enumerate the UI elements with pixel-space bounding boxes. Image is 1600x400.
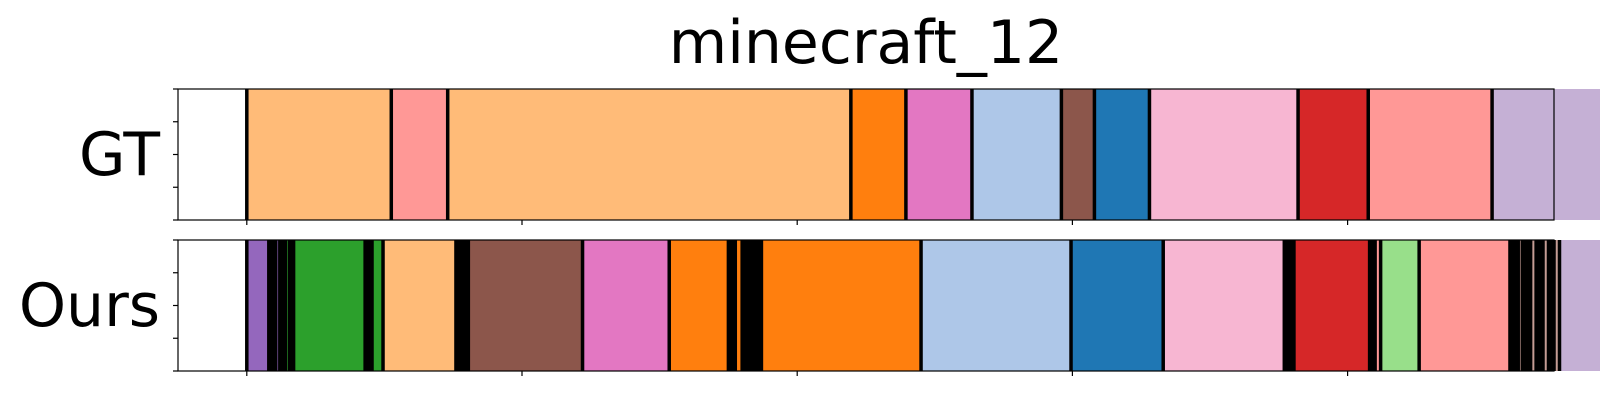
ours-segment-26 xyxy=(1419,240,1510,371)
ours-segment-16 xyxy=(742,240,762,371)
ours-segment-strip xyxy=(173,239,1600,376)
ours-segment-0 xyxy=(246,240,269,371)
ours-segment-22 xyxy=(1293,240,1370,371)
ours-segment-10 xyxy=(455,240,469,371)
ours-segment-11 xyxy=(468,240,583,371)
ours-segment-25 xyxy=(1380,240,1420,371)
ours-segment-9 xyxy=(383,240,456,371)
ours-segment-13 xyxy=(669,240,729,371)
ours-segment-18 xyxy=(921,240,1072,371)
ours-segment-17 xyxy=(761,240,922,371)
ours-segment-12 xyxy=(582,240,670,371)
ours-segment-19 xyxy=(1071,240,1164,371)
ours-segment-6 xyxy=(293,240,366,371)
ours-segment-20 xyxy=(1163,240,1285,371)
ours-segment-35 xyxy=(1559,240,1600,371)
